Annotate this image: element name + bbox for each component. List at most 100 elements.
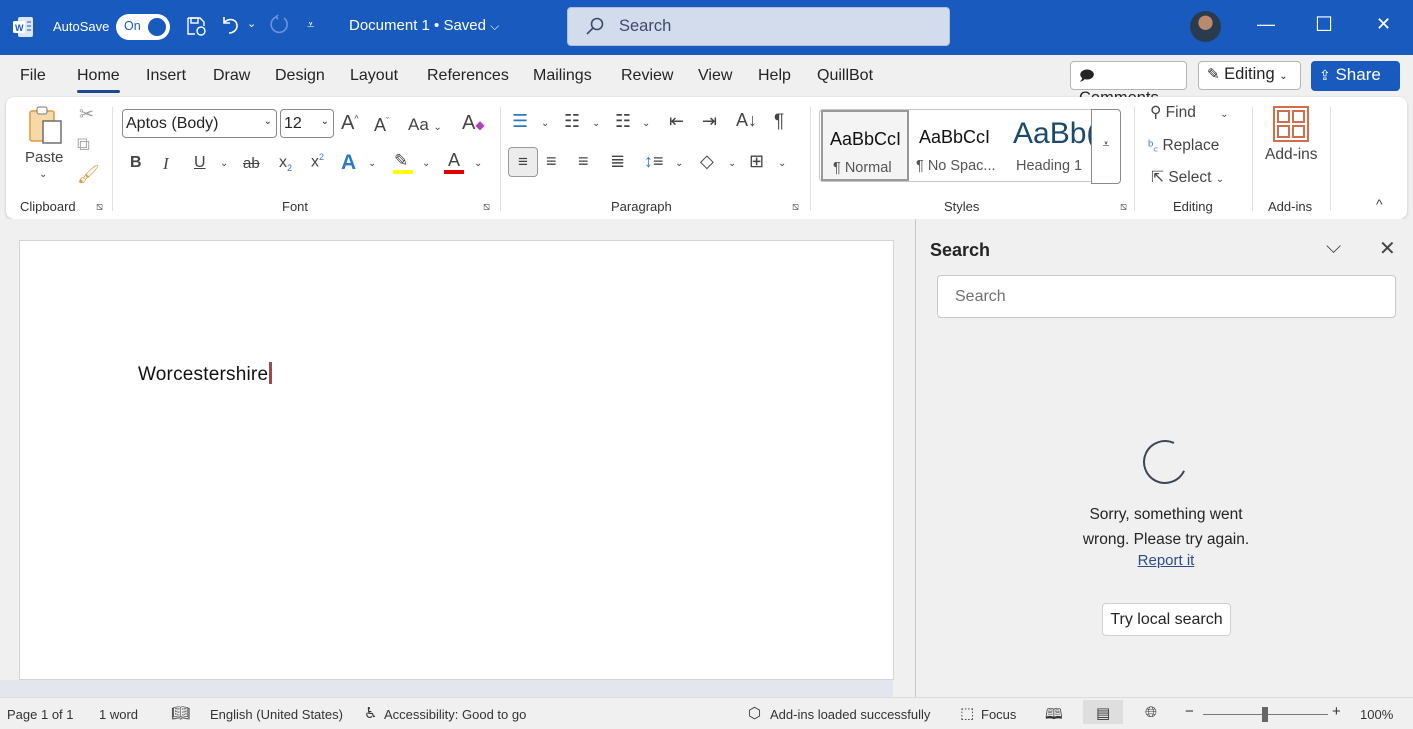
close-icon[interactable]: ✕ [1376, 14, 1391, 35]
title-search-box[interactable]: Search [567, 7, 950, 46]
collapse-ribbon-icon[interactable]: ^ [1376, 197, 1383, 211]
line-spacing-icon[interactable]: ↕≡ [644, 152, 664, 170]
justify-icon[interactable]: ≣ [610, 152, 625, 170]
document-page[interactable]: Worcestershire [19, 240, 894, 680]
undo-icon[interactable] [219, 13, 243, 42]
print-layout-icon[interactable]: ▤ [1096, 704, 1110, 722]
undo-dropdown-icon[interactable]: ⌄ [247, 17, 256, 30]
tab-view[interactable]: View [698, 67, 732, 85]
decrease-indent-icon[interactable]: ⇤ [669, 112, 684, 130]
highlight-dropdown-icon[interactable]: ⌄ [422, 159, 430, 169]
subscript-icon[interactable]: x2 [279, 154, 292, 173]
share-button[interactable]: ⇪ Share ⌄ [1311, 61, 1400, 103]
change-case-icon[interactable]: Aa ⌄ [408, 116, 442, 133]
add-ins-icon[interactable] [1272, 105, 1310, 146]
user-avatar[interactable] [1190, 11, 1221, 42]
document-body[interactable]: Worcestershire [138, 362, 273, 386]
sort-icon[interactable]: A↓ [736, 111, 757, 129]
borders-dropdown-icon[interactable]: ⌄ [778, 159, 786, 169]
add-ins-button-label[interactable]: Add-ins [1265, 147, 1318, 163]
font-color-dropdown-icon[interactable]: ⌄ [474, 159, 482, 169]
clipboard-dialog-launcher-icon[interactable]: ⧅ [96, 201, 103, 214]
tab-file[interactable]: File [20, 67, 46, 85]
focus-icon[interactable]: ⬚ [960, 704, 974, 722]
tab-home[interactable]: Home [77, 67, 120, 93]
zoom-out-button[interactable]: − [1185, 703, 1194, 720]
bullets-dropdown-icon[interactable]: ⌄ [541, 119, 549, 129]
style-no-spacing[interactable]: AaBbCcI ¶ No Spac... [912, 110, 1004, 181]
line-spacing-dropdown-icon[interactable]: ⌄ [675, 159, 683, 169]
tab-design[interactable]: Design [275, 67, 325, 85]
shading-dropdown-icon[interactable]: ⌄ [728, 159, 736, 169]
find-button[interactable]: ⚲ Find ⌄ [1150, 105, 1229, 121]
paste-dropdown-icon[interactable]: ⌄ [39, 170, 47, 180]
align-right-icon[interactable]: ≡ [578, 152, 589, 170]
font-color-icon[interactable]: A [448, 151, 460, 169]
page-count[interactable]: Page 1 of 1 [7, 707, 74, 722]
tab-help[interactable]: Help [758, 67, 791, 85]
strikethrough-icon[interactable]: ab [243, 156, 260, 171]
zoom-in-button[interactable]: + [1332, 703, 1341, 720]
accessibility-status[interactable]: Accessibility: Good to go [384, 707, 526, 722]
grow-font-icon[interactable]: A^ [341, 113, 359, 133]
align-center-icon[interactable]: ≡ [546, 152, 557, 170]
underline-icon[interactable]: U [194, 155, 206, 171]
focus-mode[interactable]: Focus [981, 707, 1016, 722]
web-layout-icon[interactable]: 🌐︎ [1145, 704, 1157, 721]
paste-icon[interactable] [28, 105, 64, 148]
tab-review[interactable]: Review [621, 67, 673, 85]
zoom-slider-thumb[interactable] [1262, 707, 1268, 722]
document-title[interactable]: Document 1 • Saved ⌵ [349, 17, 499, 34]
align-left-icon[interactable]: ≡ [508, 147, 538, 177]
clear-formatting-icon[interactable]: A◆ [462, 113, 485, 133]
increase-indent-icon[interactable]: ⇥ [702, 112, 717, 130]
try-local-search-button[interactable]: Try local search [1102, 603, 1231, 636]
text-effects-icon[interactable]: A [341, 152, 356, 173]
multilevel-dropdown-icon[interactable]: ⌄ [642, 119, 650, 129]
replace-button[interactable]: ᵇ꜀ Replace [1148, 138, 1219, 154]
paragraph-dialog-launcher-icon[interactable]: ⧅ [792, 201, 799, 214]
paste-label[interactable]: Paste [25, 150, 63, 165]
tab-layout[interactable]: Layout [350, 67, 398, 85]
shrink-font-icon[interactable]: Aˇ [374, 116, 389, 134]
pane-close-icon[interactable]: ✕ [1379, 236, 1396, 261]
font-name-combo[interactable]: Aptos (Body) ⌄ [122, 109, 277, 138]
highlight-icon[interactable]: ✎ [394, 152, 408, 169]
select-button[interactable]: ⇱ Select ⌄ [1151, 170, 1224, 186]
minimize-icon[interactable]: — [1257, 14, 1275, 35]
read-mode-icon[interactable]: 🕮︎ [1045, 704, 1063, 729]
autosave-toggle[interactable]: On [116, 14, 170, 40]
report-it-link[interactable]: Report it [1096, 552, 1236, 569]
styles-dialog-launcher-icon[interactable]: ⧅ [1120, 201, 1127, 214]
tab-mailings[interactable]: Mailings [533, 67, 592, 85]
show-formatting-marks-icon[interactable]: ¶ [774, 112, 784, 131]
multilevel-list-icon[interactable]: ☷ [615, 112, 631, 130]
pane-options-chevron-icon[interactable]: ⌵ [1326, 236, 1341, 259]
horizontal-scrollbar[interactable] [0, 680, 893, 697]
numbering-icon[interactable]: ☷ [564, 112, 580, 130]
bullets-icon[interactable]: ☰ [512, 112, 528, 130]
tab-references[interactable]: References [427, 67, 509, 85]
underline-dropdown-icon[interactable]: ⌄ [220, 159, 228, 169]
tab-quillbot[interactable]: QuillBot [817, 67, 873, 85]
save-sync-icon[interactable] [185, 15, 207, 42]
style-heading-1[interactable]: AaBb( Heading 1 [1006, 110, 1096, 181]
editing-mode-button[interactable]: ✎ Editing ⌄ [1198, 61, 1301, 90]
comments-button[interactable]: 🗩 Comments [1070, 61, 1187, 107]
pane-search-input[interactable]: Search [937, 275, 1396, 318]
superscript-icon[interactable]: x2 [311, 153, 324, 170]
language[interactable]: English (United States) [210, 707, 343, 722]
shading-icon[interactable]: ◇ [700, 152, 714, 170]
text-effects-dropdown-icon[interactable]: ⌄ [368, 159, 376, 169]
tab-insert[interactable]: Insert [146, 67, 186, 85]
tab-draw[interactable]: Draw [213, 67, 250, 85]
font-dialog-launcher-icon[interactable]: ⧅ [483, 201, 490, 214]
zoom-level[interactable]: 100% [1360, 707, 1393, 722]
borders-icon[interactable]: ⊞ [749, 152, 764, 170]
font-size-combo[interactable]: 12 ⌄ [280, 109, 334, 138]
customize-quick-access-icon[interactable]: ⩡ [307, 17, 314, 33]
bold-icon[interactable]: B [130, 155, 142, 171]
maximize-icon[interactable]: ☐ [1315, 12, 1333, 37]
accessibility-icon[interactable]: ♿︎ [364, 704, 377, 722]
numbering-dropdown-icon[interactable]: ⌄ [592, 119, 600, 129]
